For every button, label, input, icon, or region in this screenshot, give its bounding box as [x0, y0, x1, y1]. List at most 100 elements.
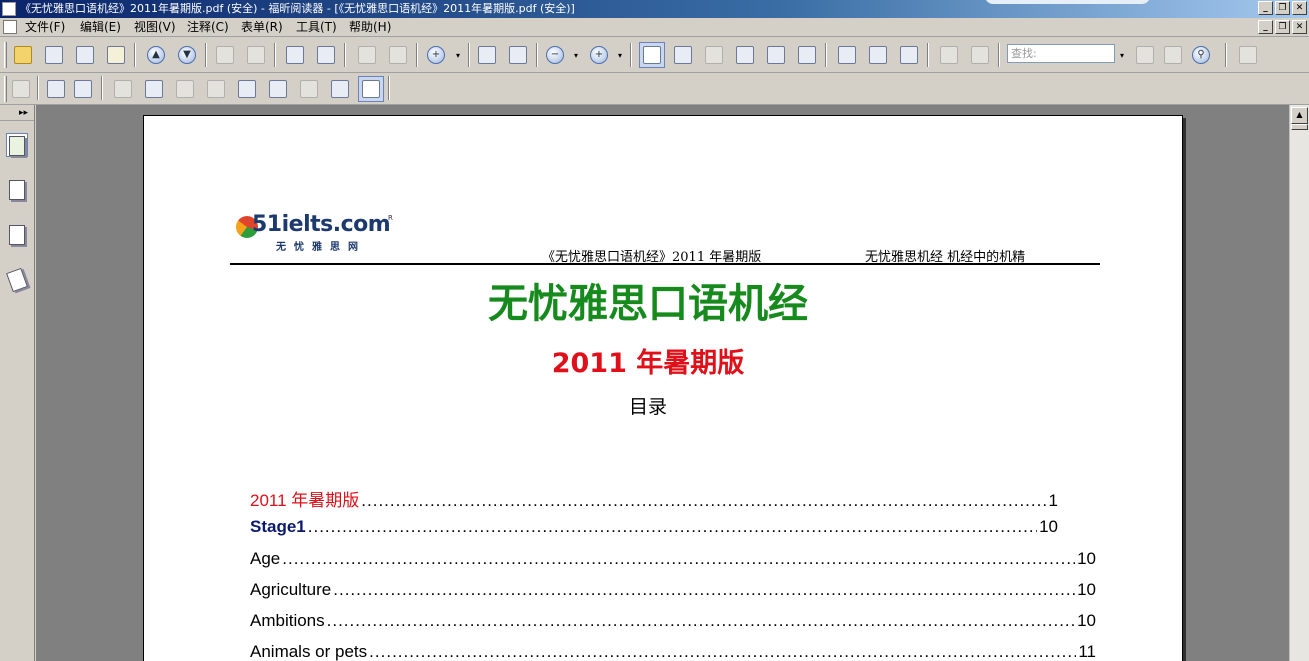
zoom-in-dropdown[interactable]: ▾ — [618, 51, 626, 60]
toc-entry[interactable]: 2011 年暑期版 ..............................… — [250, 486, 1058, 517]
eraser2-button[interactable] — [203, 76, 229, 102]
separator — [998, 43, 1000, 67]
toc-entry[interactable]: Stage1 .................................… — [250, 517, 1058, 548]
doc-restore-button[interactable]: ❐ — [1275, 20, 1290, 34]
edit-button[interactable] — [8, 76, 34, 102]
bookmarks-tab[interactable] — [6, 133, 28, 157]
open-button[interactable] — [10, 42, 36, 68]
menu-tools[interactable]: 工具(T) — [296, 20, 337, 35]
textbox-button[interactable] — [865, 42, 891, 68]
menu-file[interactable]: 文件(F) — [25, 20, 65, 35]
minimize-button[interactable]: _ — [1258, 1, 1273, 15]
scroll-thumb[interactable] — [1291, 124, 1308, 130]
find-dropdown[interactable]: ▾ — [1120, 51, 1128, 60]
zoom-out-dropdown[interactable]: ▾ — [574, 51, 582, 60]
toc-entry[interactable]: Ambitions ..............................… — [250, 611, 1096, 642]
menu-view[interactable]: 视图(V) — [134, 20, 176, 35]
menu-comment[interactable]: 注释(C) — [187, 20, 229, 35]
separator — [630, 43, 632, 67]
attachment-button[interactable] — [1235, 42, 1261, 68]
prev-page-button[interactable]: ▲ — [143, 42, 169, 68]
fit-width-button[interactable] — [505, 42, 531, 68]
mail-icon — [107, 46, 125, 64]
menu-help[interactable]: 帮助(H) — [349, 20, 391, 35]
textbox2-button[interactable] — [141, 76, 167, 102]
callout-button[interactable] — [70, 76, 96, 102]
toc-heading: 目录 — [628, 396, 667, 418]
menu-bar: 文件(F) 编辑(E) 视图(V) 注释(C) 表单(R) 工具(T) 帮助(H… — [0, 18, 1309, 37]
toc-entry[interactable]: Animals or pets ........................… — [250, 642, 1096, 661]
zoom-tool-dropdown[interactable]: ▾ — [456, 51, 464, 60]
separator — [1225, 43, 1227, 67]
find-prev-button[interactable] — [1132, 42, 1158, 68]
pencil2-button[interactable] — [172, 76, 198, 102]
camera-icon — [798, 46, 816, 64]
camera2-button[interactable] — [296, 76, 322, 102]
doc-close-button[interactable]: ✕ — [1292, 20, 1307, 34]
document-viewport[interactable]: 51ielts.com 无忧雅思网 R 《无忧雅思口语机经》2011 年暑期版 … — [36, 105, 1289, 661]
hand-tool2-button[interactable] — [358, 76, 384, 102]
arrow-left-icon — [216, 46, 234, 64]
menu-edit[interactable]: 编辑(E) — [80, 20, 121, 35]
undo-button[interactable] — [354, 42, 380, 68]
menu-form[interactable]: 表单(R) — [241, 20, 283, 35]
extract-page-button[interactable] — [313, 42, 339, 68]
vertical-scrollbar[interactable]: ▲ — [1289, 105, 1309, 661]
find-input[interactable]: 查找: — [1007, 44, 1115, 63]
text-select2-button[interactable] — [327, 76, 353, 102]
app-icon — [2, 2, 16, 16]
panel-expand-button[interactable]: ▸▸ — [0, 105, 34, 121]
find-next-button[interactable] — [1160, 42, 1186, 68]
toolbar-grip[interactable] — [4, 76, 7, 102]
zoom-tool-button[interactable]: + — [423, 42, 449, 68]
insert-page-button[interactable] — [282, 42, 308, 68]
email-button[interactable] — [103, 42, 129, 68]
toc-entry-label: Agriculture — [250, 579, 332, 599]
layers-tab[interactable] — [6, 267, 28, 293]
scroll-up-button[interactable]: ▲ — [1291, 107, 1308, 124]
arrow-down-icon: ▼ — [178, 46, 196, 64]
toc-entry-page: 10 — [1077, 548, 1096, 568]
toc-entry-label: Stage1 — [250, 517, 306, 537]
title-search-pill[interactable] — [985, 0, 1150, 4]
back-button[interactable] — [212, 42, 238, 68]
toc-entry[interactable]: Agriculture ............................… — [250, 580, 1096, 611]
typewriter-button[interactable] — [834, 42, 860, 68]
text-tool-button[interactable] — [234, 76, 260, 102]
snapshot-button[interactable] — [670, 42, 696, 68]
fit-page-button[interactable] — [474, 42, 500, 68]
typewriter2-button[interactable] — [43, 76, 69, 102]
toc-leader-dots: ........................................… — [307, 517, 1037, 537]
doc-minimize-button[interactable]: _ — [1258, 20, 1273, 34]
text-tool2-button[interactable] — [265, 76, 291, 102]
forward-button[interactable] — [243, 42, 269, 68]
close-button[interactable]: ✕ — [1292, 1, 1307, 15]
toolbar-grip[interactable] — [4, 42, 7, 68]
pencil-button[interactable] — [936, 42, 962, 68]
edit-icon — [12, 80, 30, 98]
pages-tab[interactable] — [6, 178, 28, 202]
save2-button[interactable] — [110, 76, 136, 102]
zoom-out-button[interactable]: − — [542, 42, 568, 68]
search-button[interactable]: ⚲ — [1188, 42, 1214, 68]
save-button[interactable] — [41, 42, 67, 68]
redo-button[interactable] — [385, 42, 411, 68]
toc-entry[interactable]: Age ....................................… — [250, 549, 1096, 580]
restore-button[interactable]: ❐ — [1275, 1, 1290, 15]
document-icon[interactable] — [3, 20, 17, 34]
separator — [536, 43, 538, 67]
zoom-in-button[interactable]: + — [586, 42, 612, 68]
annotations-tab[interactable] — [6, 223, 28, 247]
text-select-button[interactable] — [763, 42, 789, 68]
hand-tool-button[interactable] — [639, 42, 665, 68]
image-select-button[interactable] — [794, 42, 820, 68]
print-button[interactable] — [72, 42, 98, 68]
eraser-button[interactable] — [967, 42, 993, 68]
camera-icon — [300, 80, 318, 98]
select-tool-button[interactable] — [701, 42, 727, 68]
note-button[interactable] — [896, 42, 922, 68]
next-page-button[interactable]: ▼ — [174, 42, 200, 68]
cursor-icon — [705, 46, 723, 64]
find-tool-button[interactable] — [732, 42, 758, 68]
annotation-icon — [9, 225, 25, 245]
